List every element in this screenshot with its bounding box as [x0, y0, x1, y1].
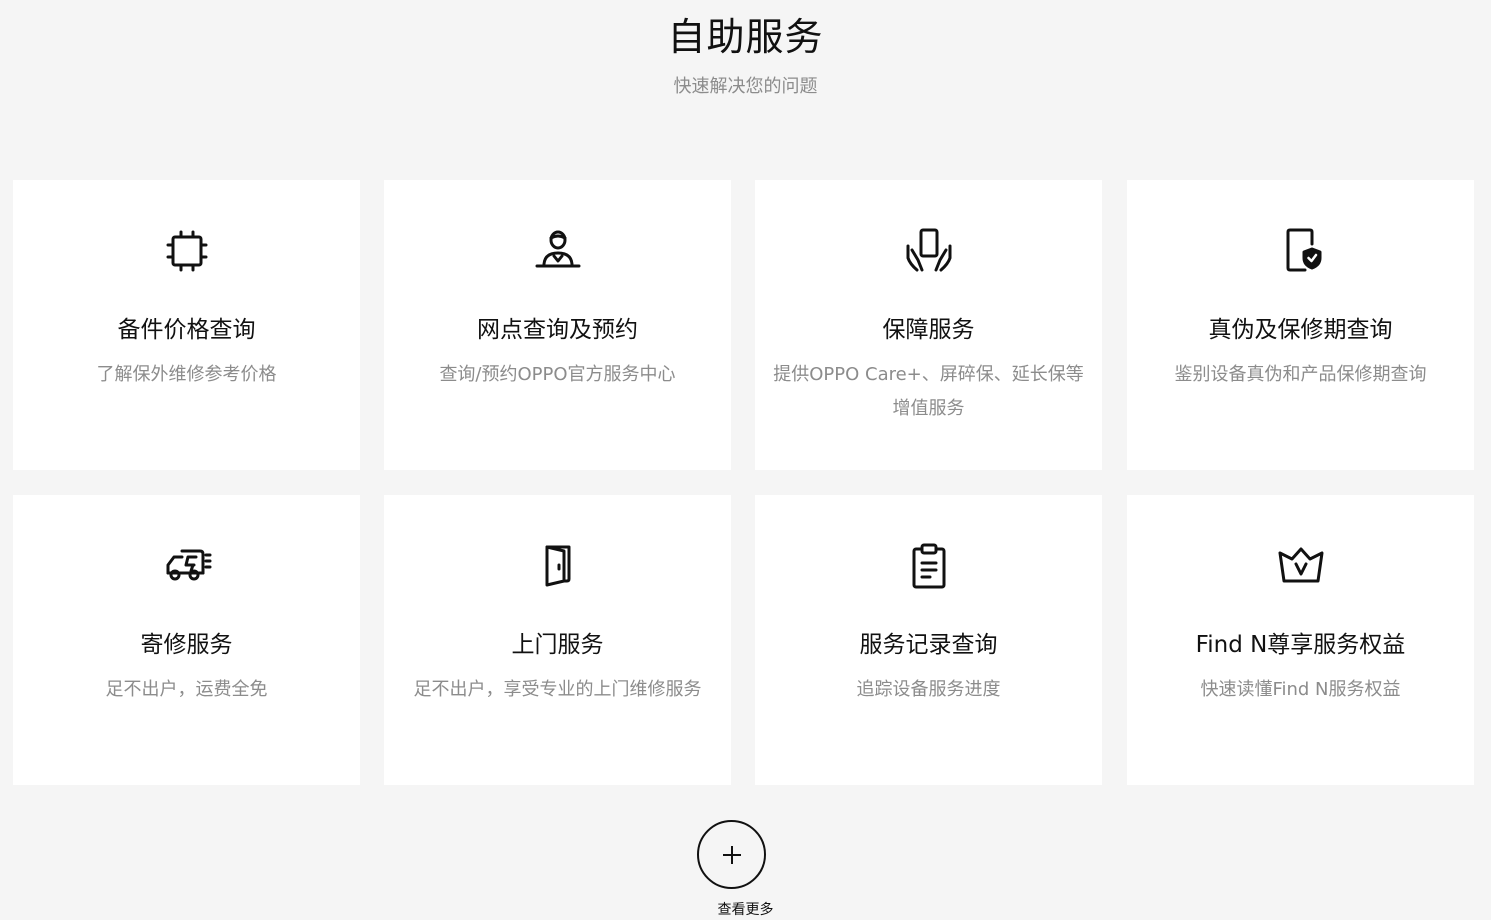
card-outlet-booking[interactable]: 网点查询及预约 查询/预约OPPO官方服务中心 [384, 180, 731, 470]
chip-icon [160, 224, 214, 278]
card-description: 快速读懂Find N服务权益 [1200, 679, 1401, 700]
card-service-records[interactable]: 服务记录查询 追踪设备服务进度 [755, 495, 1102, 785]
card-title: Find N尊享服务权益 [1195, 632, 1406, 658]
card-title: 真伪及保修期查询 [1208, 317, 1393, 343]
card-description: 提供OPPO Care+、屏碎保、延长保等增值服务 [773, 364, 1084, 419]
card-description: 了解保外维修参考价格 [96, 364, 277, 385]
phone-shield-icon [1274, 224, 1328, 278]
card-title: 网点查询及预约 [477, 317, 638, 343]
card-title: 保障服务 [882, 317, 975, 343]
card-title: 服务记录查询 [859, 632, 998, 658]
card-home-service[interactable]: 上门服务 足不出户，享受专业的上门维修服务 [384, 495, 731, 785]
card-find-n-benefits[interactable]: Find N尊享服务权益 快速读懂Find N服务权益 [1127, 495, 1474, 785]
crown-icon [1274, 539, 1328, 593]
service-person-icon [531, 224, 585, 278]
card-description: 查询/预约OPPO官方服务中心 [439, 364, 676, 385]
card-description: 鉴别设备真伪和产品保修期查询 [1174, 364, 1427, 385]
card-parts-price[interactable]: 备件价格查询 了解保外维修参考价格 [13, 180, 360, 470]
self-service-section: 自助服务 快速解决您的问题 备件价格查询 了解保外维修参考价格 网点查询及预约 … [0, 0, 1491, 920]
card-mail-in-repair[interactable]: 寄修服务 足不出户，运费全免 [13, 495, 360, 785]
section-subtitle: 快速解决您的问题 [673, 76, 818, 97]
hands-phone-icon [902, 224, 956, 278]
card-title: 上门服务 [511, 632, 604, 658]
card-description: 足不出户，享受专业的上门维修服务 [413, 679, 702, 700]
card-description: 追踪设备服务进度 [856, 679, 1001, 700]
clipboard-icon [902, 539, 956, 593]
card-description: 足不出户，运费全免 [105, 679, 268, 700]
card-authenticity-warranty[interactable]: 真伪及保修期查询 鉴别设备真伪和产品保修期查询 [1127, 180, 1474, 470]
card-title: 备件价格查询 [117, 317, 256, 343]
view-more-button[interactable] [697, 820, 766, 889]
plus-icon [722, 845, 741, 864]
view-more-label[interactable]: 查看更多 [0, 899, 1491, 919]
door-icon [531, 539, 585, 593]
delivery-truck-icon [160, 539, 214, 593]
section-title: 自助服务 [667, 15, 824, 59]
card-protection-service[interactable]: 保障服务 提供OPPO Care+、屏碎保、延长保等增值服务 [755, 180, 1102, 470]
card-title: 寄修服务 [140, 632, 233, 658]
